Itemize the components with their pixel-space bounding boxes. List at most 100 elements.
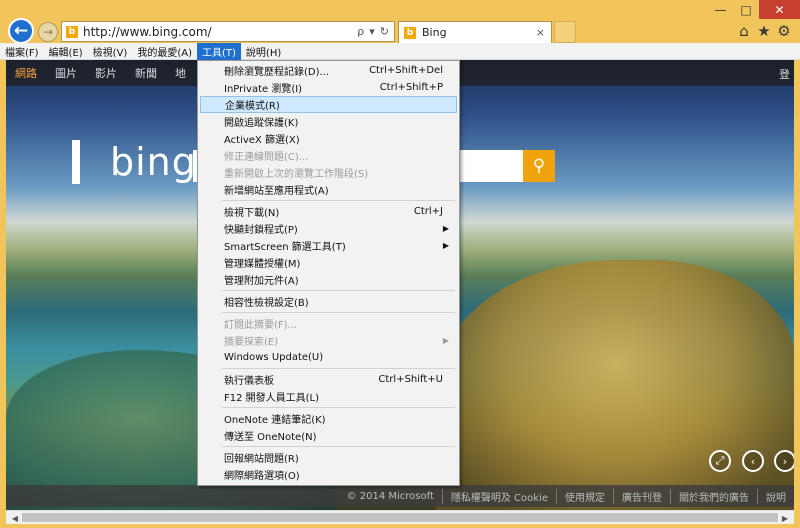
tools-menu: 刪除瀏覽歷程記錄(D)... Ctrl+Shift+Del InPrivate 瀏覽… [197, 60, 460, 486]
menu-item-label: 相容性檢視設定(B) [224, 298, 309, 309]
tools-menu-item[interactable]: 回報網站問題(R) [200, 449, 457, 466]
gear-icon[interactable]: ⚙ [775, 22, 793, 40]
footer-link: © 2014 Microsoft [346, 490, 434, 502]
address-bar[interactable]: b http://www.bing.com/ ρ ▾ ↻ [61, 21, 395, 42]
search-icon[interactable]: ρ [357, 25, 364, 38]
menu-item-label: 網際網路選項(O) [224, 471, 300, 482]
menu-4[interactable]: 工具(T) [197, 42, 241, 60]
menu-item-shortcut: Ctrl+Shift+U [378, 374, 443, 385]
footer-link[interactable]: 關於我們的廣告 [670, 488, 757, 504]
favorites-star-icon[interactable]: ★ [755, 22, 773, 40]
menu-item-label: 新增網站至應用程式(A) [224, 186, 329, 197]
tools-menu-item[interactable]: 執行儀表板 Ctrl+Shift+U [200, 371, 457, 388]
bing-nav-link[interactable]: 地 [166, 65, 195, 81]
bing-nav-link[interactable]: 網路 [6, 65, 46, 81]
tools-menu-item[interactable]: Windows Update(U) [200, 349, 457, 366]
forward-button[interactable]: → [38, 22, 58, 42]
minimize-button[interactable]: — [708, 0, 733, 19]
tools-menu-item[interactable]: SmartScreen 篩選工具(T) ▶ [200, 237, 457, 254]
menu-item-shortcut: Ctrl+Shift+Del [369, 65, 443, 76]
tools-menu-item[interactable]: ActiveX 篩選(X) [200, 130, 457, 147]
tab-close-icon[interactable]: × [536, 26, 545, 39]
footer-link[interactable]: 使用規定 [556, 488, 613, 504]
scroll-right-icon[interactable]: ▶ [778, 512, 792, 524]
tools-menu-item[interactable]: 管理媒體授權(M) [200, 254, 457, 271]
menu-item-label: 開啟追蹤保護(K) [224, 118, 299, 129]
menu-item-label: Windows Update(U) [224, 352, 324, 363]
arrow-left-icon: ← [13, 21, 29, 41]
tools-menu-item[interactable]: F12 開發人員工具(L) [200, 388, 457, 405]
tab-bing[interactable]: b Bing × [398, 21, 552, 43]
tools-menu-item[interactable]: 檢視下載(N) Ctrl+J [200, 203, 457, 220]
menu-3[interactable]: 我的最愛(A) [132, 43, 197, 60]
footer-link[interactable]: 說明 [757, 488, 794, 504]
tools-menu-item[interactable]: 企業模式(R) [200, 96, 457, 113]
menu-5[interactable]: 說明(H) [241, 43, 286, 60]
menu-bar: 檔案(F) 編輯(E) 檢視(V) 我的最愛(A) 工具(T) 說明(H) [0, 42, 800, 60]
bing-nav-link[interactable]: 新聞 [126, 65, 166, 81]
menu-item-label: SmartScreen 篩選工具(T) [224, 242, 346, 253]
signin-link[interactable]: 登 [779, 66, 790, 82]
menu-item-label: InPrivate 瀏覽(I) [224, 84, 303, 95]
next-image-icon[interactable]: › [774, 450, 794, 472]
menu-item-label: 檢視下載(N) [224, 208, 280, 219]
bing-b-icon [72, 140, 106, 184]
url-text[interactable]: http://www.bing.com/ [83, 25, 357, 39]
tools-menu-item[interactable]: 新增網站至應用程式(A) [200, 181, 457, 198]
new-tab-button[interactable] [554, 21, 576, 43]
menu-item-label: 執行儀表板 [224, 376, 274, 387]
menu-item-shortcut: Ctrl+J [413, 206, 443, 217]
tools-menu-item: 訂閱此摘要(F)... [200, 315, 457, 332]
search-button[interactable]: ⚲ [523, 150, 555, 182]
footer-link[interactable]: 隱私權聲明及 Cookie [441, 488, 556, 504]
tools-menu-item[interactable]: 傳送至 OneNote(N) [200, 427, 457, 444]
menu-separator [222, 407, 455, 408]
menu-2[interactable]: 檢視(V) [88, 43, 133, 60]
menu-item-shortcut: Ctrl+Shift+P [379, 82, 443, 93]
tools-menu-item[interactable]: 管理附加元件(A) [200, 271, 457, 288]
bing-favicon-icon: b [66, 25, 78, 38]
menu-separator [222, 312, 455, 313]
menu-0[interactable]: 檔案(F) [0, 43, 44, 60]
menu-item-label: 刪除瀏覽歷程記錄(D)... [224, 67, 330, 78]
scrollbar-thumb[interactable] [22, 513, 778, 522]
menu-item-label: 修正連線問題(C)... [224, 152, 309, 163]
tools-menu-item[interactable]: InPrivate 瀏覽(I) Ctrl+Shift+P [200, 79, 457, 96]
menu-item-label: 快顯封鎖程式(P) [224, 225, 298, 236]
bing-nav-link[interactable]: 圖片 [46, 65, 86, 81]
bing-logo-text: bing [110, 140, 197, 184]
menu-item-label: 管理附加元件(A) [224, 276, 299, 287]
menu-item-label: OneNote 連結筆記(K) [224, 415, 326, 426]
arrow-right-icon: → [42, 25, 54, 39]
tools-menu-item: 修正連線問題(C)... [200, 147, 457, 164]
footer-link[interactable]: 廣告刊登 [613, 488, 670, 504]
tools-menu-item[interactable]: 相容性檢視設定(B) [200, 293, 457, 310]
scroll-left-icon[interactable]: ◀ [8, 512, 22, 524]
submenu-arrow-icon: ▶ [442, 241, 449, 250]
maximize-button[interactable]: □ [733, 0, 759, 19]
address-dropdown-icon[interactable]: ▾ [369, 25, 375, 38]
menu-item-label: 摘要探索(E) [224, 337, 279, 348]
tools-menu-item[interactable]: OneNote 連結筆記(K) [200, 410, 457, 427]
menu-item-label: F12 開發人員工具(L) [224, 393, 320, 404]
menu-item-label: 回報網站問題(R) [224, 454, 299, 465]
tools-menu-item[interactable]: 開啟追蹤保護(K) [200, 113, 457, 130]
home-icon[interactable]: ⌂ [735, 22, 753, 40]
horizontal-scrollbar[interactable]: ◀ ▶ [6, 510, 794, 524]
previous-image-icon[interactable]: ‹ [742, 450, 764, 472]
tools-menu-item[interactable]: 網際網路選項(O) [200, 466, 457, 483]
menu-separator [222, 368, 455, 369]
fullscreen-icon[interactable]: ⤢ [709, 450, 731, 472]
menu-separator [222, 446, 455, 447]
close-window-button[interactable]: ✕ [759, 0, 800, 19]
refresh-icon[interactable]: ↻ [380, 25, 389, 38]
bing-nav-link[interactable]: 影片 [86, 65, 126, 81]
background-image [436, 260, 794, 510]
submenu-arrow-icon: ▶ [442, 224, 449, 233]
tools-menu-item: 摘要探索(E) ▶ [200, 332, 457, 349]
back-button[interactable]: ← [8, 18, 34, 44]
tools-menu-item[interactable]: 快顯封鎖程式(P) ▶ [200, 220, 457, 237]
tools-menu-item[interactable]: 刪除瀏覽歷程記錄(D)... Ctrl+Shift+Del [200, 62, 457, 79]
search-icon: ⚲ [532, 156, 546, 176]
menu-1[interactable]: 編輯(E) [44, 43, 88, 60]
